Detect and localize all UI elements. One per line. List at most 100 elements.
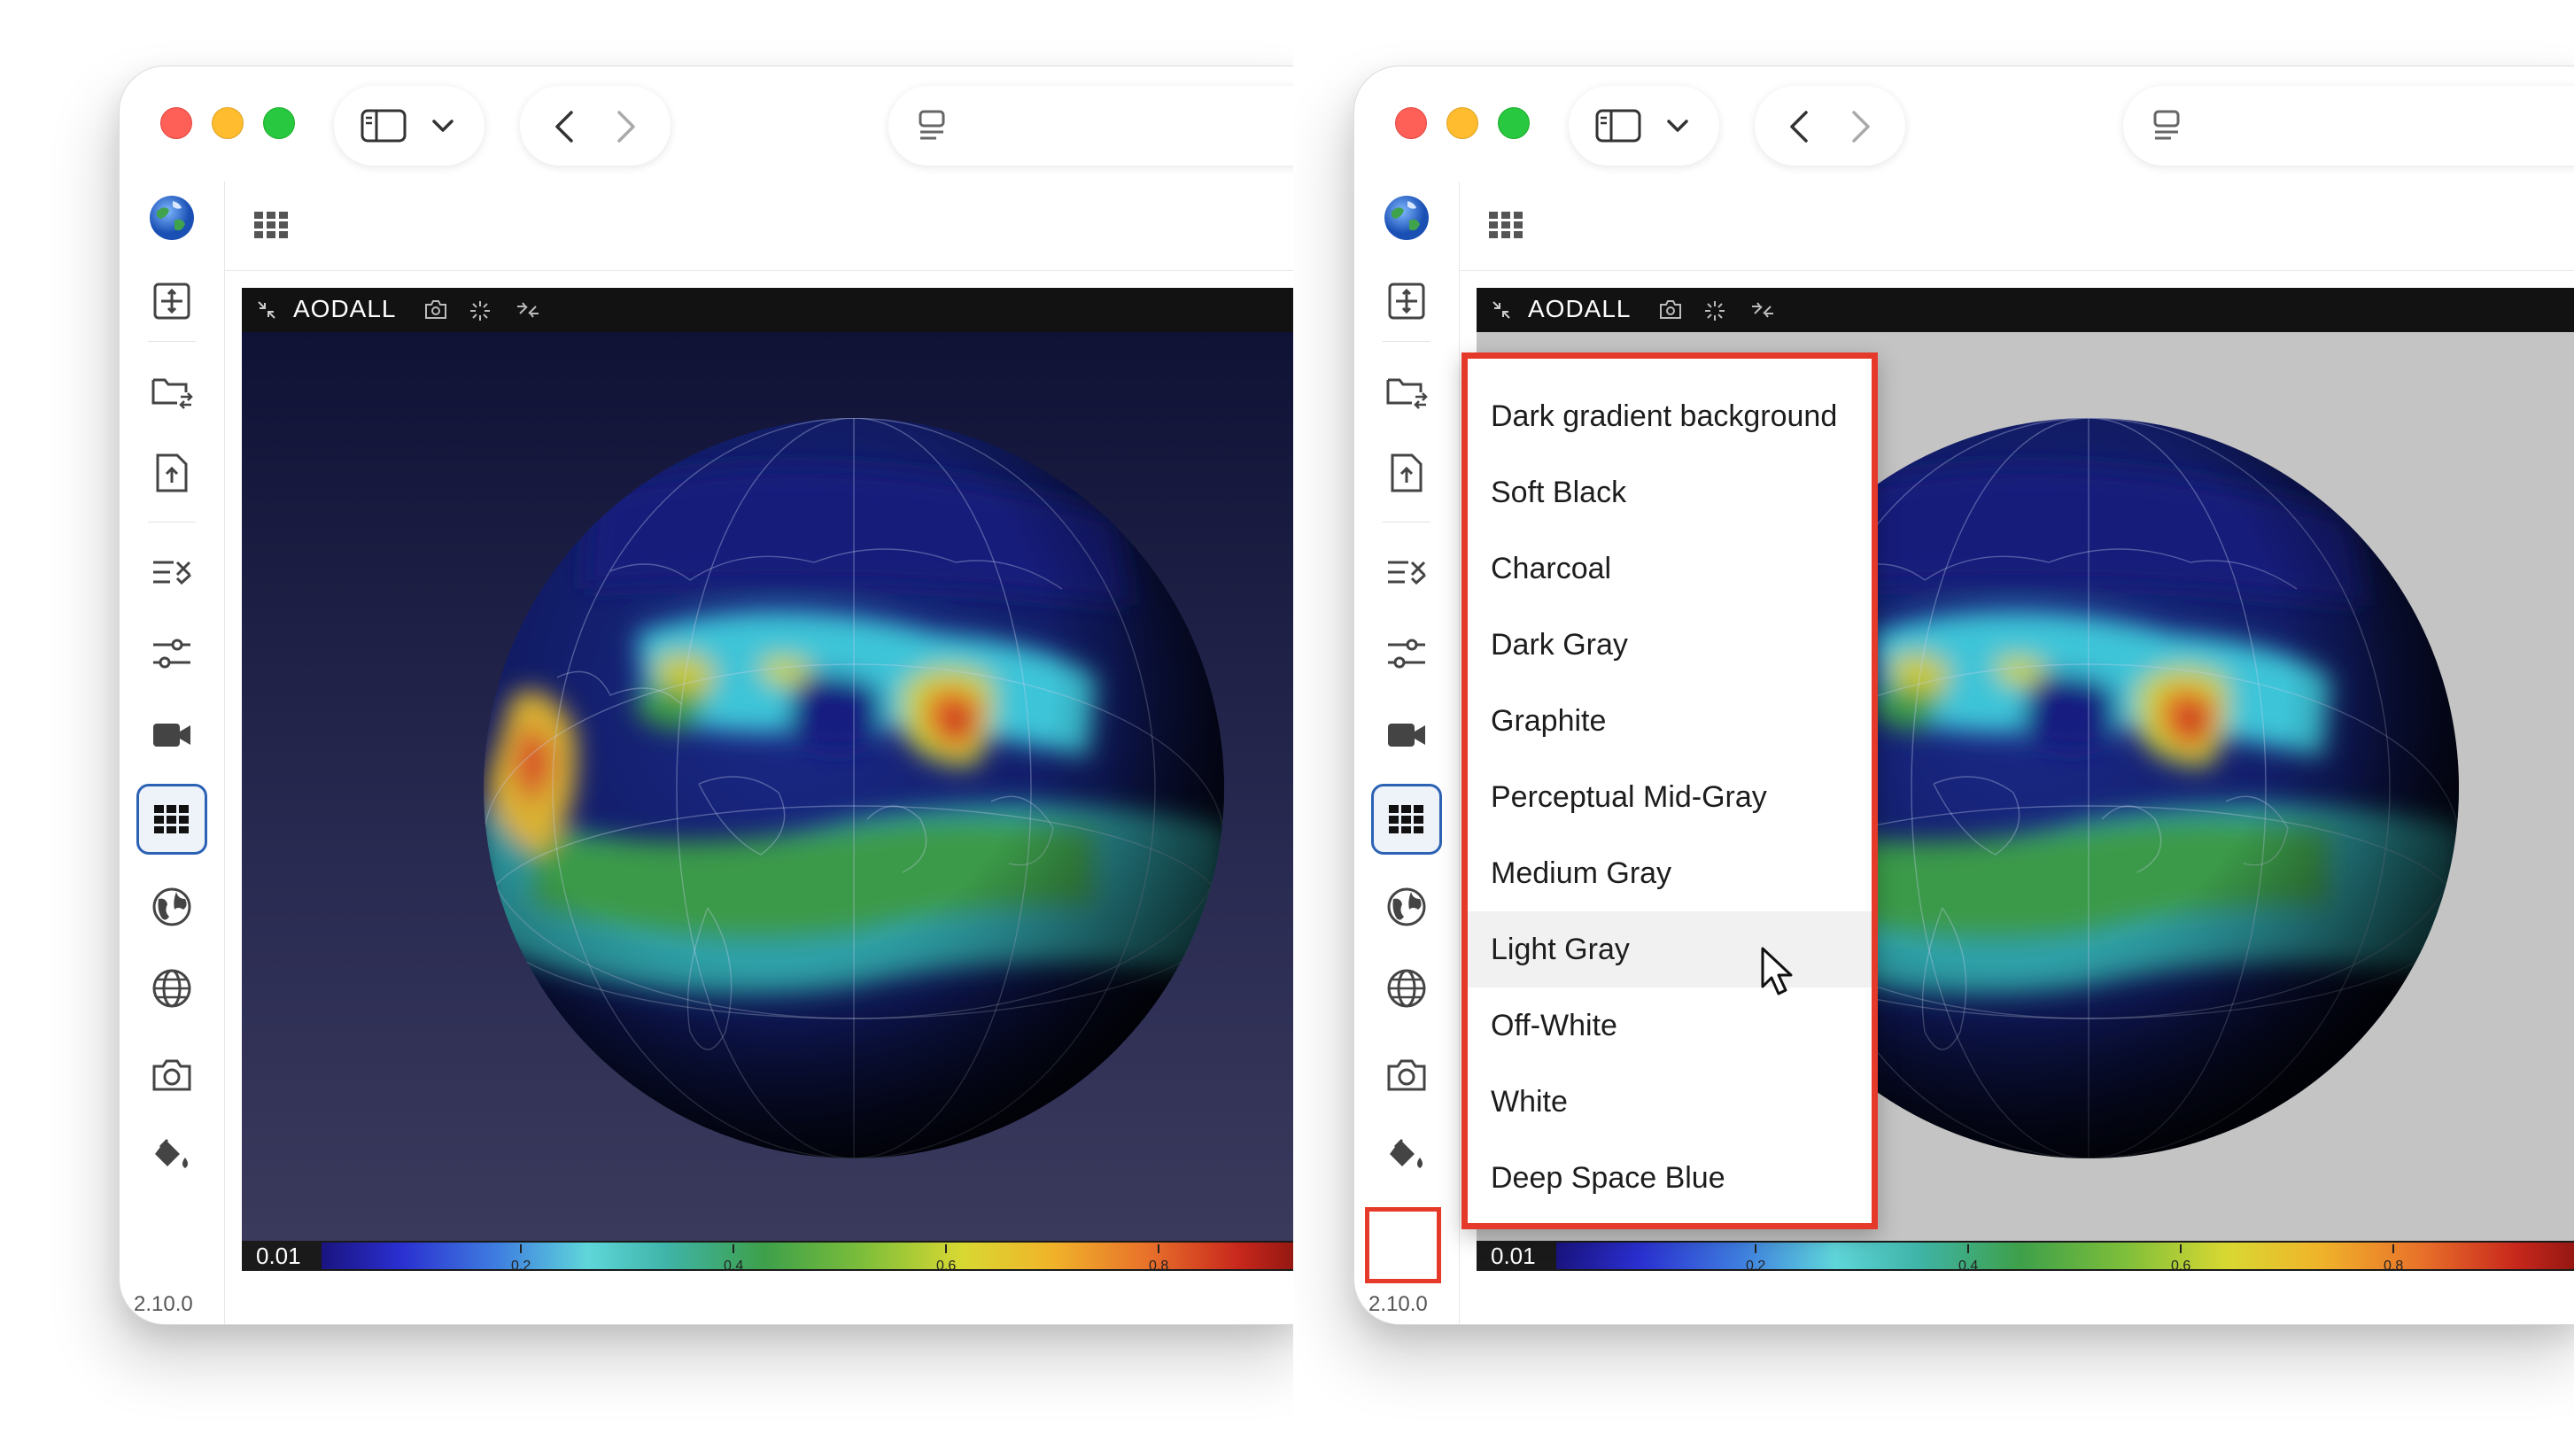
chevron-down-icon[interactable]	[431, 118, 454, 134]
colorbar-tick: 0.6	[936, 1259, 957, 1274]
menu-item-medium-gray[interactable]: Medium Gray	[1468, 835, 1872, 911]
grid-view-icon[interactable]	[1489, 212, 1523, 238]
sidebar: 2.10.0	[1354, 182, 1460, 1324]
navigation-control	[1755, 86, 1905, 166]
colorbar-tick: 0.8	[2384, 1259, 2404, 1274]
title-bar	[120, 66, 1293, 182]
colorbar-tick: 0.2	[1746, 1259, 1766, 1274]
forward-icon[interactable]	[1850, 109, 1872, 144]
colorbar-gradient: 0.2 0.4 0.6 0.8	[1556, 1243, 2574, 1274]
wire-globe-icon[interactable]	[1371, 956, 1442, 1021]
sidebar: 2.10.0	[120, 182, 225, 1324]
colorbar: 0.01 0.2 0.4 0.6 0.8	[242, 1241, 1293, 1274]
colorbar-tick: 0.6	[2171, 1259, 2191, 1274]
address-bar[interactable]	[888, 86, 1293, 166]
colorbar-gradient: 0.2 0.4 0.6 0.8	[322, 1243, 1293, 1274]
version-label: 2.10.0	[134, 1292, 193, 1316]
view-toolbar	[1459, 182, 2574, 271]
sliders-icon[interactable]	[136, 621, 207, 686]
menu-item-perceptual-mid-gray[interactable]: Perceptual Mid-Gray	[1468, 759, 1872, 835]
render-canvas[interactable]	[242, 332, 1293, 1241]
navigation-control	[520, 86, 671, 166]
forward-icon[interactable]	[616, 109, 637, 144]
close-button[interactable]	[1395, 107, 1427, 139]
viewer-header: AODALL	[1477, 288, 2574, 332]
camera-icon[interactable]	[1371, 1042, 1442, 1108]
sidebar-icon	[361, 109, 407, 143]
grid-view-icon[interactable]	[254, 212, 288, 238]
back-icon[interactable]	[1788, 109, 1810, 144]
panel-before: 2.10.0 AODALL 0.01 0.2 0.4 0.6 0.8	[0, 0, 1293, 1456]
view-toolbar	[224, 182, 1293, 271]
paint-bucket-icon[interactable]	[1371, 1122, 1442, 1188]
reader-icon	[919, 110, 945, 140]
camera-icon[interactable]	[136, 1042, 207, 1108]
back-icon[interactable]	[554, 109, 575, 144]
collapse-icon[interactable]	[256, 299, 277, 321]
wire-globe-icon[interactable]	[136, 956, 207, 1021]
menu-item-soft-black[interactable]: Soft Black	[1468, 454, 1872, 531]
spin-icon[interactable]	[469, 299, 492, 322]
globe-icon[interactable]	[1371, 874, 1442, 940]
background-button-highlight	[1365, 1207, 1441, 1283]
menu-item-dark-gradient[interactable]: Dark gradient background	[1468, 378, 1872, 454]
grid-icon[interactable]	[136, 784, 207, 855]
minimize-button[interactable]	[1446, 107, 1478, 139]
close-button[interactable]	[160, 107, 192, 139]
sidebar-icon	[1595, 109, 1641, 143]
globe-icon[interactable]	[136, 874, 207, 940]
checklist-icon[interactable]	[1371, 539, 1442, 605]
chevron-down-icon[interactable]	[1666, 118, 1689, 134]
menu-item-dark-gray[interactable]: Dark Gray	[1468, 607, 1872, 683]
app-window: 2.10.0 AODALL 0.01 0.2 0.4 0.6 0.8	[119, 66, 1293, 1325]
layer-title: AODALL	[293, 295, 397, 322]
video-camera-icon[interactable]	[136, 702, 207, 768]
menu-item-white[interactable]: White	[1468, 1064, 1872, 1140]
checklist-icon[interactable]	[136, 539, 207, 605]
menu-item-off-white[interactable]: Off-White	[1468, 987, 1872, 1064]
colorbar-tick: 0.4	[1958, 1259, 1979, 1274]
colorbar-min: 0.01	[1491, 1243, 1536, 1269]
colorbar-tick: 0.8	[1149, 1259, 1169, 1274]
link-views-icon[interactable]	[515, 299, 541, 321]
screenshot-icon[interactable]	[1659, 299, 1682, 321]
menu-item-graphite[interactable]: Graphite	[1468, 683, 1872, 759]
colorbar: 0.01 0.2 0.4 0.6 0.8	[1477, 1241, 2574, 1274]
layout-icon[interactable]	[136, 268, 207, 334]
video-camera-icon[interactable]	[1371, 702, 1442, 768]
layer-title: AODALL	[1528, 295, 1632, 322]
reader-icon	[2153, 110, 2180, 140]
zoom-button[interactable]	[263, 107, 295, 139]
menu-item-charcoal[interactable]: Charcoal	[1468, 531, 1872, 607]
sidebar-toggle-control[interactable]	[334, 86, 485, 166]
file-upload-icon[interactable]	[136, 440, 207, 506]
paint-bucket-icon[interactable]	[136, 1122, 207, 1188]
colorbar-min: 0.01	[256, 1243, 301, 1269]
grid-icon[interactable]	[1371, 784, 1442, 855]
version-label: 2.10.0	[1368, 1292, 1428, 1316]
link-views-icon[interactable]	[1749, 299, 1776, 321]
background-menu: Dark gradient background Soft Black Char…	[1461, 352, 1878, 1229]
sidebar-toggle-control[interactable]	[1569, 86, 1719, 166]
sliders-icon[interactable]	[1371, 621, 1442, 686]
menu-item-light-gray[interactable]: Light Gray	[1468, 911, 1872, 987]
mouse-cursor-icon	[1761, 947, 1793, 995]
minimize-button[interactable]	[212, 107, 244, 139]
viewer-header: AODALL	[242, 288, 1293, 332]
menu-item-deep-space-blue[interactable]: Deep Space Blue	[1468, 1140, 1872, 1216]
layout-icon[interactable]	[1371, 268, 1442, 334]
screenshot-icon[interactable]	[424, 299, 447, 321]
folder-sync-icon[interactable]	[136, 359, 207, 424]
folder-sync-icon[interactable]	[1371, 359, 1442, 424]
spin-icon[interactable]	[1703, 299, 1726, 322]
colorbar-tick: 0.2	[511, 1259, 531, 1274]
globe[interactable]	[477, 412, 1230, 1165]
file-upload-icon[interactable]	[1371, 440, 1442, 506]
zoom-button[interactable]	[1498, 107, 1530, 139]
title-bar	[1354, 66, 2574, 182]
globe-viewer: AODALL 0.01 0.2 0.4 0.6 0.8	[242, 288, 1293, 1274]
globe-logo-icon[interactable]	[136, 185, 207, 251]
collapse-icon[interactable]	[1491, 299, 1512, 321]
globe-logo-icon[interactable]	[1371, 185, 1442, 251]
address-bar[interactable]	[2123, 86, 2574, 166]
